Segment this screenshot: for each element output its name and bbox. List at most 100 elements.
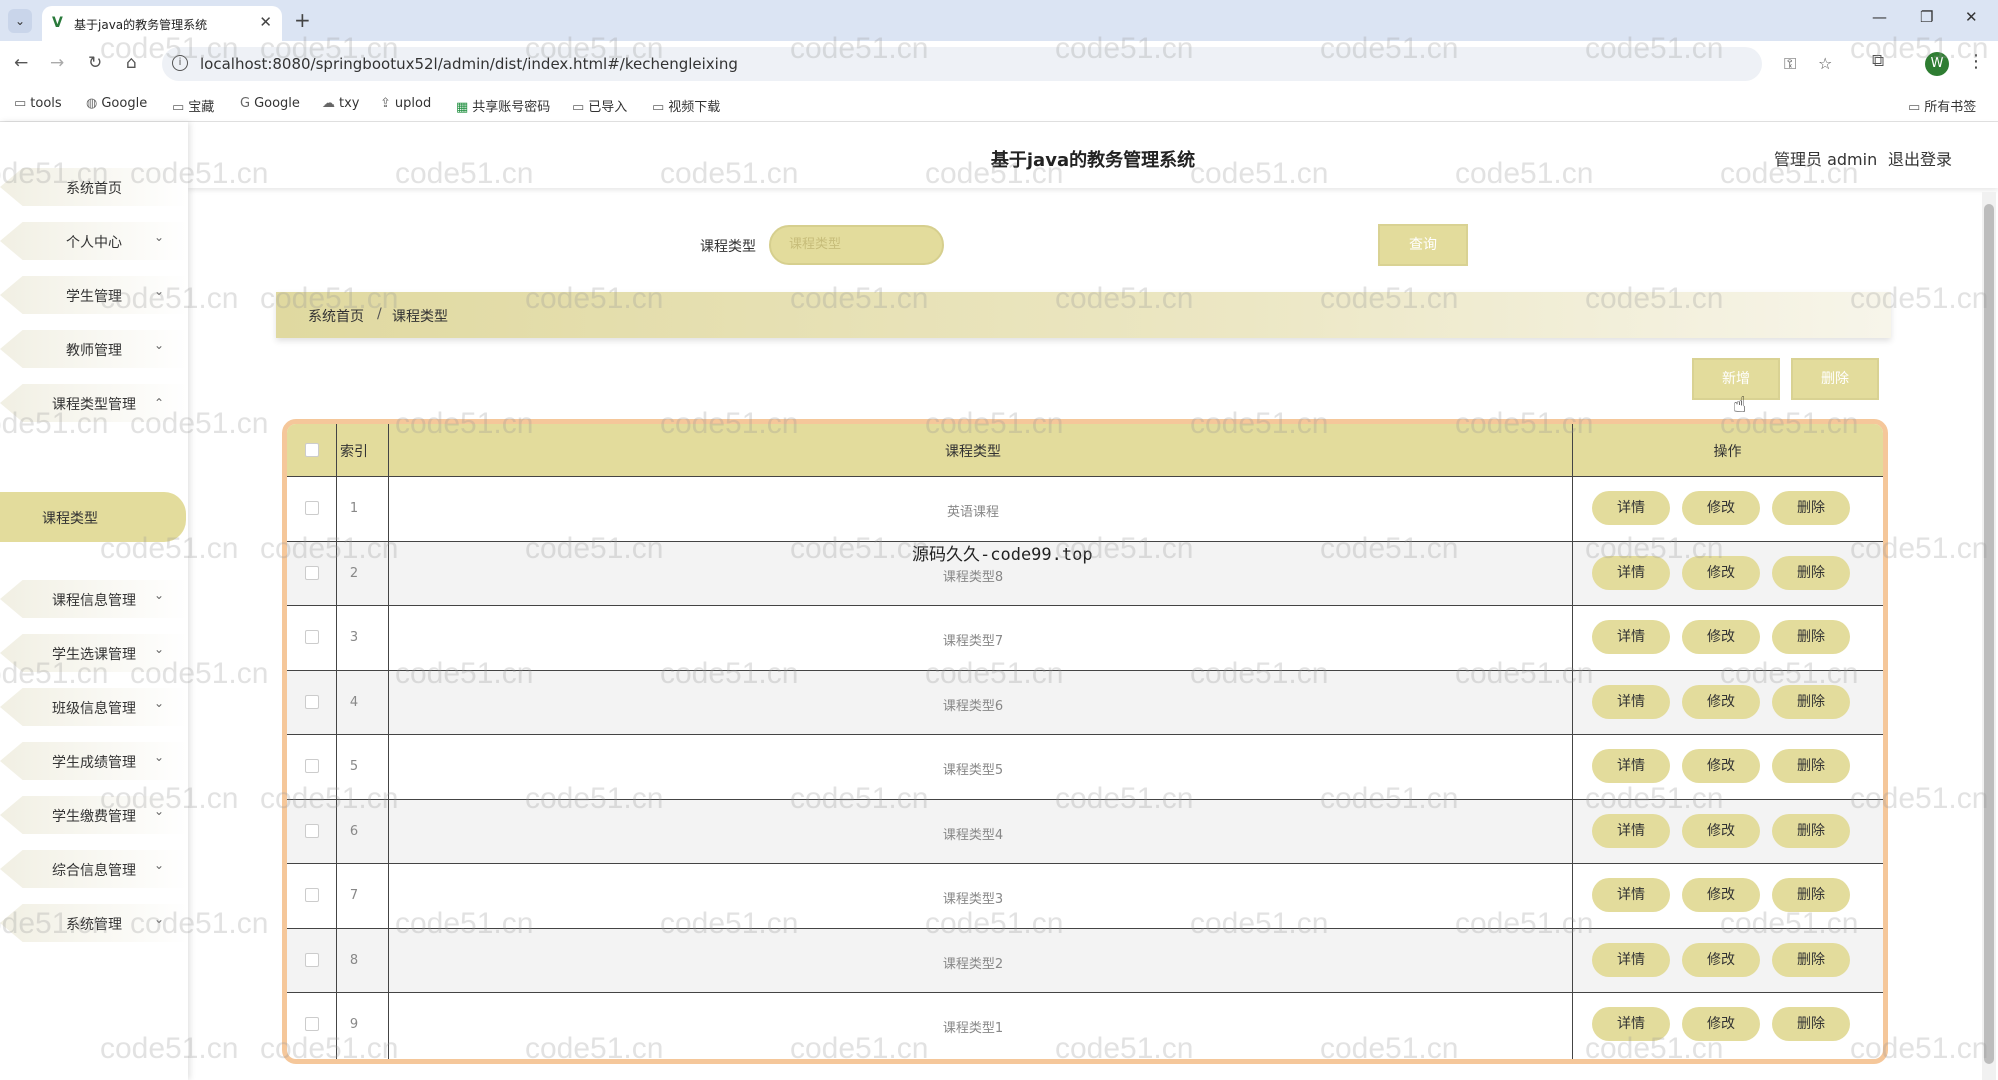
sidebar-item-students[interactable]: 学生管理 ⌄: [0, 272, 188, 318]
back-icon[interactable]: ←: [14, 53, 28, 73]
minimize-icon[interactable]: —: [1872, 8, 1887, 26]
course-type-search-input[interactable]: 课程类型: [769, 225, 944, 265]
detail-button[interactable]: 详情: [1592, 1007, 1670, 1041]
bookmark-item[interactable]: ◍ Google: [86, 96, 147, 111]
reload-icon[interactable]: ↻: [88, 53, 102, 73]
row-course-type: 课程类型7: [942, 634, 1004, 649]
row-index: 5: [349, 759, 359, 774]
folder-icon: ▭: [572, 100, 585, 115]
detail-button[interactable]: 详情: [1592, 491, 1670, 525]
site-info-icon[interactable]: i: [172, 55, 188, 71]
delete-button[interactable]: 删除: [1772, 942, 1850, 977]
detail-button[interactable]: 详情: [1592, 555, 1670, 590]
detail-button[interactable]: 详情: [1592, 813, 1670, 848]
row-checkbox[interactable]: [305, 823, 319, 838]
sidebar-item-course-type-mgmt[interactable]: 课程类型管理 ⌃: [0, 380, 188, 426]
bookmark-item[interactable]: ▭ 视频下载: [652, 96, 720, 115]
batch-delete-button[interactable]: 删除: [1791, 358, 1879, 400]
edit-button[interactable]: 修改: [1682, 1007, 1760, 1041]
browser-menu-icon[interactable]: ⋮: [1967, 51, 1985, 72]
course-type-table: 索引 课程类型 操作 1 英语课程 详情 修改 删除 2 课程类型8 详情 修改 删除 3 课程类型7…: [282, 419, 1888, 1064]
table-row: 6 课程类型4 详情 修改 删除: [287, 798, 1883, 863]
close-tab-icon[interactable]: ✕: [259, 13, 272, 31]
password-key-icon[interactable]: ⚿: [1784, 54, 1796, 74]
sidebar-item-general-info[interactable]: 综合信息管理 ⌄: [0, 846, 188, 892]
sidebar-item-teachers[interactable]: 教师管理 ⌄: [0, 326, 188, 372]
upload-icon: ⇪: [380, 96, 391, 111]
page-scrollbar[interactable]: [1982, 192, 1996, 1080]
url-text[interactable]: localhost:8080/springbootux52l/admin/dis…: [200, 55, 738, 73]
row-course-type: 课程类型2: [942, 956, 1004, 972]
bookmark-item[interactable]: G Google: [240, 96, 300, 111]
all-bookmarks[interactable]: ▭ 所有书签: [1908, 96, 1976, 115]
chevron-down-icon: ⌄: [154, 912, 165, 926]
bookmark-item[interactable]: ▭ 已导入: [572, 96, 627, 115]
sidebar-item-home[interactable]: 系统首页: [0, 164, 188, 210]
header-index: 索引: [340, 444, 368, 460]
chevron-down-icon: ⌄: [154, 858, 165, 872]
browser-tab[interactable]: V 基于java的教务管理系统 ✕: [42, 6, 282, 41]
edit-button[interactable]: 修改: [1682, 749, 1760, 783]
row-checkbox[interactable]: [305, 501, 319, 515]
logout-link[interactable]: 退出登录: [1888, 146, 1952, 170]
edit-button[interactable]: 修改: [1682, 555, 1760, 590]
edit-button[interactable]: 修改: [1682, 620, 1760, 654]
delete-button[interactable]: 删除: [1772, 749, 1850, 783]
query-button[interactable]: 查询: [1378, 224, 1468, 266]
sidebar-item-fees[interactable]: 学生缴费管理 ⌄: [0, 792, 188, 838]
row-checkbox[interactable]: [305, 888, 319, 902]
delete-button[interactable]: 删除: [1772, 620, 1850, 654]
chevron-down-icon: ⌄: [154, 230, 165, 244]
delete-button[interactable]: 删除: [1772, 1007, 1850, 1041]
scrollbar-thumb[interactable]: [1984, 204, 1994, 1064]
detail-button[interactable]: 详情: [1592, 878, 1670, 912]
sidebar-item-course-info[interactable]: 课程信息管理 ⌄: [0, 576, 188, 622]
sidebar-subitem-course-type[interactable]: 课程类型: [0, 492, 186, 542]
bookmark-item[interactable]: ▭ 宝藏: [172, 96, 214, 115]
row-checkbox[interactable]: [305, 694, 319, 709]
bookmark-item[interactable]: ▦ 共享账号密码: [456, 96, 550, 115]
row-checkbox[interactable]: [305, 759, 319, 773]
edit-button[interactable]: 修改: [1682, 813, 1760, 848]
row-course-type: 英语课程: [946, 505, 999, 520]
bookmark-item[interactable]: ▭ tools: [14, 96, 62, 111]
delete-button[interactable]: 删除: [1772, 684, 1850, 719]
row-index: 1: [349, 501, 359, 516]
delete-button[interactable]: 删除: [1772, 555, 1850, 590]
profile-avatar[interactable]: W: [1925, 52, 1949, 76]
omnibox[interactable]: i localhost:8080/springbootux52l/admin/d…: [162, 47, 1832, 81]
edit-button[interactable]: 修改: [1682, 942, 1760, 977]
bookmark-item[interactable]: ⇪ uplod: [380, 96, 431, 111]
sidebar-item-system[interactable]: 系统管理 ⌄: [0, 900, 188, 946]
sidebar-item-grades[interactable]: 学生成绩管理 ⌄: [0, 738, 188, 784]
row-checkbox[interactable]: [305, 952, 319, 967]
new-tab-icon[interactable]: +: [294, 8, 311, 32]
detail-button[interactable]: 详情: [1592, 749, 1670, 783]
detail-button[interactable]: 详情: [1592, 942, 1670, 977]
forward-icon[interactable]: →: [50, 53, 64, 73]
table-row: 4 课程类型6 详情 修改 删除: [287, 669, 1883, 734]
detail-button[interactable]: 详情: [1592, 620, 1670, 654]
row-checkbox[interactable]: [305, 565, 319, 580]
delete-button[interactable]: 删除: [1772, 491, 1850, 525]
row-checkbox[interactable]: [305, 1017, 319, 1031]
row-checkbox[interactable]: [305, 630, 319, 644]
sidebar-item-course-selection[interactable]: 学生选课管理 ⌄: [0, 630, 188, 676]
extensions-icon[interactable]: ⧉: [1872, 51, 1884, 71]
edit-button[interactable]: 修改: [1682, 684, 1760, 719]
sidebar-item-personal[interactable]: 个人中心 ⌄: [0, 218, 188, 264]
delete-button[interactable]: 删除: [1772, 878, 1850, 912]
detail-button[interactable]: 详情: [1592, 684, 1670, 719]
bookmark-item[interactable]: ☁ txy: [322, 96, 359, 111]
delete-button[interactable]: 删除: [1772, 813, 1850, 848]
sidebar-item-classes[interactable]: 班级信息管理 ⌄: [0, 684, 188, 730]
breadcrumb-home[interactable]: 系统首页: [308, 306, 364, 326]
restore-icon[interactable]: ❐: [1920, 8, 1933, 26]
bookmark-star-icon[interactable]: ☆: [1818, 54, 1832, 73]
tab-search-dropdown-icon[interactable]: ⌄: [8, 9, 32, 33]
select-all-checkbox[interactable]: [305, 443, 319, 457]
home-icon[interactable]: ⌂: [126, 53, 137, 73]
edit-button[interactable]: 修改: [1682, 878, 1760, 912]
close-window-icon[interactable]: ✕: [1965, 8, 1978, 26]
edit-button[interactable]: 修改: [1682, 491, 1760, 525]
